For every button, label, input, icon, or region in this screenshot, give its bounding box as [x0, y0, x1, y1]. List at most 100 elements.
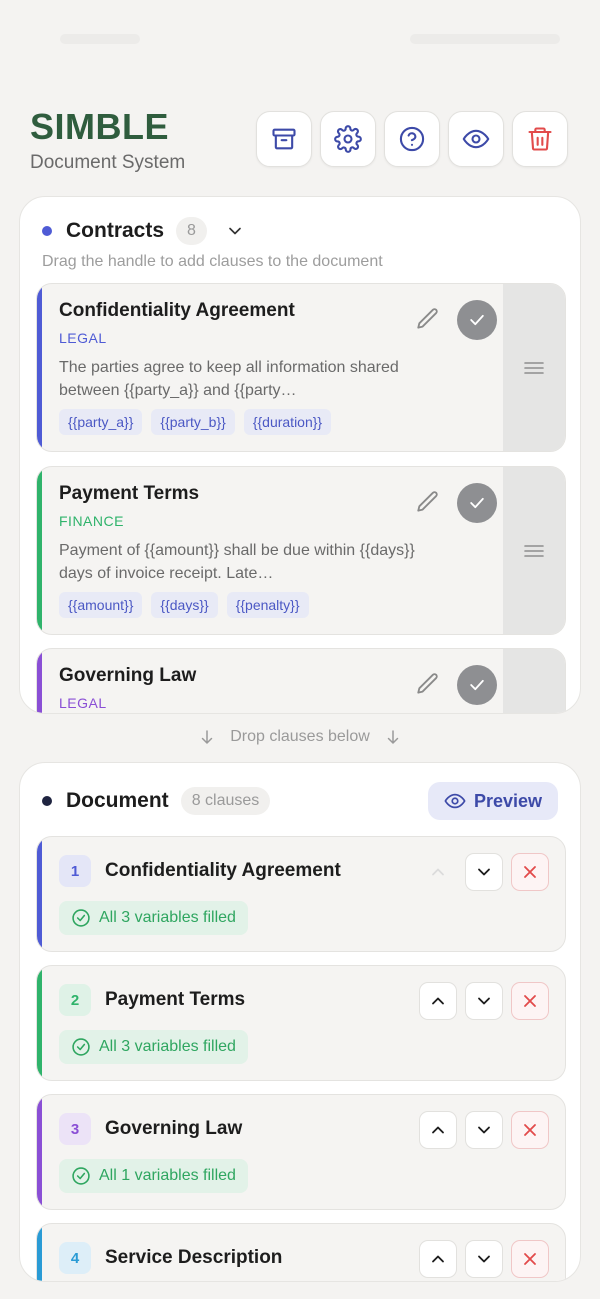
view-button[interactable]: [448, 111, 504, 167]
contracts-title: Contracts: [66, 219, 165, 242]
move-up-button[interactable]: [419, 982, 457, 1020]
check-icon: [470, 679, 484, 691]
app-title: SIMBLE: [30, 106, 170, 147]
clause-card[interactable]: Confidentiality Agreement LEGAL The part…: [36, 283, 566, 452]
contracts-header[interactable]: Contracts 8: [42, 217, 245, 245]
archive-icon: [272, 128, 296, 150]
chevron-up-icon: [432, 868, 444, 876]
variable-tag: {{party_a}}: [59, 409, 143, 435]
clause-controls: [419, 1111, 549, 1149]
move-up-button[interactable]: [419, 1111, 457, 1149]
drag-handle[interactable]: [503, 649, 565, 713]
drag-handle[interactable]: [503, 467, 565, 634]
chevron-up-icon: [432, 1126, 444, 1134]
remove-clause-button[interactable]: [511, 853, 549, 891]
clause-number: 3: [59, 1113, 91, 1145]
variables-status-text: All 3 variables filled: [99, 1038, 236, 1055]
variables-status: All 3 variables filled: [59, 1030, 248, 1064]
add-clause-button[interactable]: [457, 483, 497, 523]
contracts-count: 8: [176, 217, 207, 245]
drag-lines-icon: [524, 544, 544, 557]
settings-button[interactable]: [320, 111, 376, 167]
clause-title: Payment Terms: [59, 483, 200, 504]
document-panel: Document 8 clauses Preview 1 Confidentia…: [19, 762, 581, 1282]
eye-icon: [444, 793, 466, 809]
remove-clause-button[interactable]: [511, 1240, 549, 1278]
chevron-down-icon: [478, 997, 490, 1005]
clause-number: 2: [59, 984, 91, 1016]
variable-tag: {{duration}}: [243, 409, 332, 435]
brand: SIMBLE Document System: [30, 106, 185, 174]
check-circle-icon: [72, 909, 90, 927]
chevron-down-icon: [478, 1255, 490, 1263]
close-icon: [524, 995, 536, 1007]
move-up-button[interactable]: [419, 1240, 457, 1278]
pencil-icon[interactable]: [415, 306, 441, 332]
clause-tags: {{amount}} {{days}} {{penalty}}: [59, 592, 309, 618]
clause-title: Confidentiality Agreement: [59, 300, 295, 321]
delete-button[interactable]: [512, 111, 568, 167]
pencil-icon[interactable]: [415, 489, 441, 515]
status-bar: [0, 0, 600, 80]
drag-handle[interactable]: [503, 284, 565, 451]
document-clause[interactable]: 2 Payment Terms All 3 variables filled: [36, 965, 566, 1081]
document-clause[interactable]: 3 Governing Law All 1 variables filled: [36, 1094, 566, 1210]
document-clause[interactable]: 4 Service Description: [36, 1223, 566, 1281]
add-clause-button[interactable]: [457, 665, 497, 705]
document-header: Document 8 clauses: [42, 787, 271, 815]
variables-status: All 1 variables filled: [59, 1159, 248, 1193]
clause-card[interactable]: Payment Terms FINANCE Payment of {{amoun…: [36, 466, 566, 635]
document-clause-title: Service Description: [105, 1247, 283, 1268]
help-button[interactable]: [384, 111, 440, 167]
toolbar: [256, 111, 568, 167]
move-up-button[interactable]: [419, 853, 457, 891]
check-circle-icon: [72, 1038, 90, 1056]
card-accent: [37, 1095, 42, 1209]
card-accent: [37, 284, 42, 451]
clause-controls: [419, 982, 549, 1020]
check-icon: [470, 314, 484, 326]
card-accent: [37, 837, 42, 951]
document-clause[interactable]: 1 Confidentiality Agreement All 3 variab…: [36, 836, 566, 952]
clause-number: 1: [59, 855, 91, 887]
contracts-dot: [42, 226, 52, 236]
close-icon: [524, 866, 536, 878]
variable-tag: {{penalty}}: [226, 592, 309, 618]
clause-category: LEGAL: [59, 695, 107, 711]
clause-number: 4: [59, 1242, 91, 1274]
move-down-button[interactable]: [465, 1111, 503, 1149]
variables-status-text: All 1 variables filled: [99, 1167, 236, 1184]
clause-body: Payment of {{amount}} shall be due withi…: [59, 539, 449, 585]
clause-body-line: between {{party_a}} and {{party…: [59, 382, 297, 399]
contracts-panel: Contracts 8 Drag the handle to add claus…: [19, 196, 581, 714]
status-time-blur: [60, 34, 140, 44]
move-down-button[interactable]: [465, 853, 503, 891]
document-title: Document: [66, 789, 169, 812]
preview-label: Preview: [473, 790, 542, 811]
drop-zone-hint: Drop clauses below: [0, 728, 600, 746]
preview-button[interactable]: Preview: [427, 782, 558, 820]
eye-icon: [462, 129, 490, 149]
clause-card[interactable]: Governing Law LEGAL: [36, 648, 566, 713]
variables-status: All 3 variables filled: [59, 901, 248, 935]
remove-clause-button[interactable]: [511, 982, 549, 1020]
move-down-button[interactable]: [465, 982, 503, 1020]
clause-title: Governing Law: [59, 665, 197, 686]
arrow-down-icon: [387, 730, 399, 744]
clause-category: FINANCE: [59, 513, 124, 529]
document-count: 8 clauses: [180, 787, 271, 815]
remove-clause-button[interactable]: [511, 1111, 549, 1149]
add-clause-button[interactable]: [457, 300, 497, 340]
archive-button[interactable]: [256, 111, 312, 167]
document-clause-title: Governing Law: [105, 1118, 243, 1139]
chevron-down-icon[interactable]: [225, 221, 245, 241]
clause-controls: [419, 853, 549, 891]
card-accent: [37, 467, 42, 634]
trash-icon: [528, 127, 552, 151]
clause-body-line: Payment of {{amount}} shall be due withi…: [59, 542, 415, 559]
status-icons-blur: [410, 34, 560, 44]
pencil-icon[interactable]: [415, 671, 441, 697]
card-accent: [37, 649, 42, 713]
move-down-button[interactable]: [465, 1240, 503, 1278]
document-clause-title: Confidentiality Agreement: [105, 860, 341, 881]
